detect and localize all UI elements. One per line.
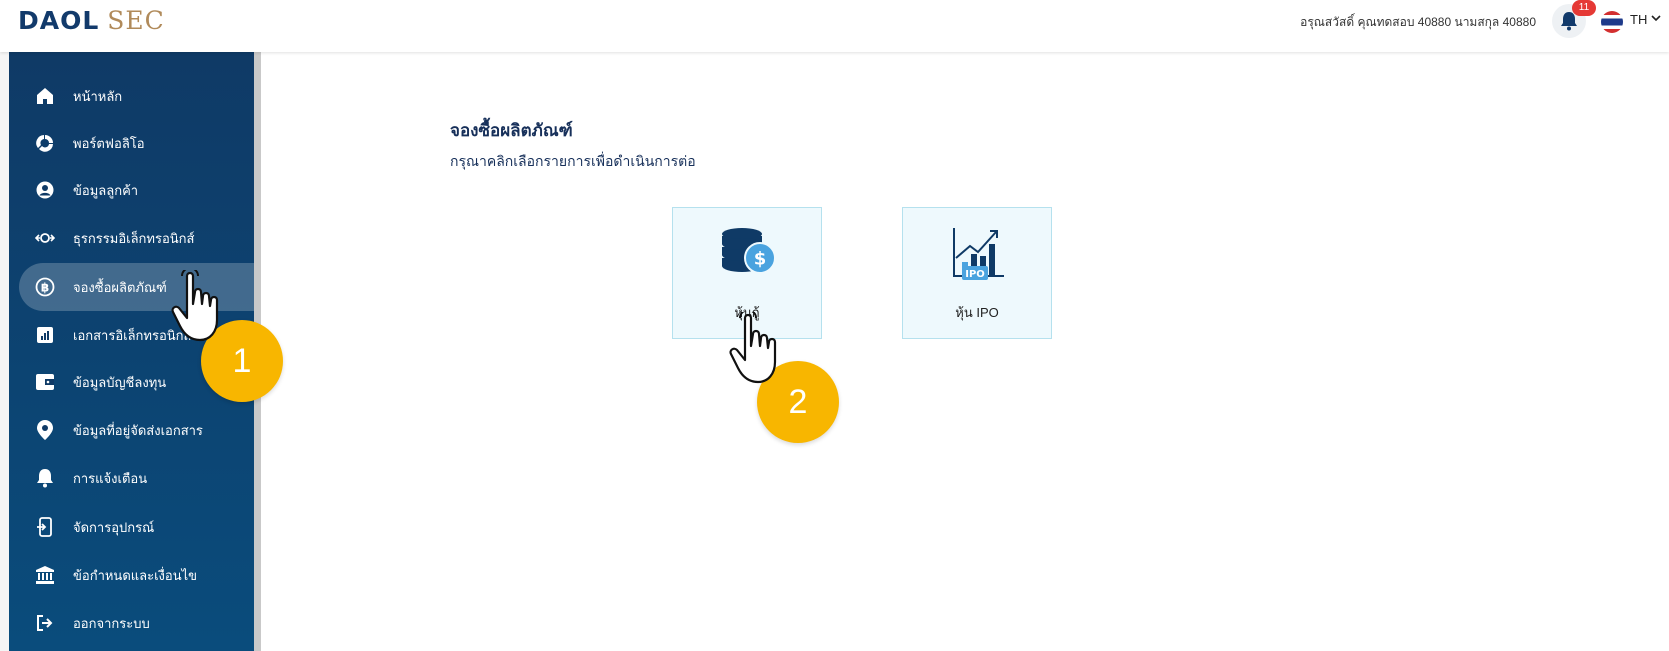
language-selector[interactable]: TH bbox=[1630, 12, 1647, 27]
sidebar-item-label: การแจ้งเตือน bbox=[73, 470, 148, 486]
logo-secondary: SEC bbox=[107, 6, 165, 35]
user-greeting: อรุณสวัสดิ์ คุณทดสอบ 40880 นามสกุล 40880 bbox=[1300, 15, 1536, 29]
sidebar-item-notifications[interactable]: การแจ้งเตือน bbox=[9, 456, 254, 500]
page-title: จองซื้อผลิตภัณฑ์ bbox=[450, 121, 573, 140]
logo-primary: DAOL bbox=[18, 6, 100, 35]
sidebar-item-label: จัดการอุปกรณ์ bbox=[73, 519, 155, 535]
sidebar-item-label: ข้อมูลลูกค้า bbox=[73, 182, 139, 198]
pointer-hand-icon bbox=[729, 312, 777, 384]
svg-text:฿: ฿ bbox=[41, 281, 49, 295]
left-edge bbox=[0, 52, 9, 651]
device-icon bbox=[35, 517, 55, 537]
portfolio-icon bbox=[35, 133, 55, 153]
sidebar-item-label: ออกจากระบบ bbox=[73, 615, 150, 631]
sidebar-item-manage-devices[interactable]: จัดการอุปกรณ์ bbox=[9, 505, 254, 549]
sidebar-item-label: ข้อมูลบัญชีลงทุน bbox=[73, 374, 167, 390]
bank-icon bbox=[35, 565, 55, 585]
sidebar-item-e-transactions[interactable]: ธุรกรรมอิเล็กทรอนิกส์ bbox=[9, 216, 254, 260]
chevron-down-icon[interactable] bbox=[1651, 14, 1661, 22]
sidebar-item-label: ข้อกำหนดและเงื่อนไข bbox=[73, 567, 198, 583]
sidebar-item-label: พอร์ตฟอลิโอ bbox=[73, 135, 145, 151]
sidebar-item-home[interactable]: หน้าหลัก bbox=[9, 74, 254, 118]
logout-icon bbox=[35, 613, 55, 633]
report-icon bbox=[35, 325, 55, 345]
sidebar-item-portfolio[interactable]: พอร์ตฟอลิโอ bbox=[9, 121, 254, 165]
sidebar-item-label: หน้าหลัก bbox=[73, 88, 123, 104]
svg-text:$: $ bbox=[754, 249, 767, 270]
svg-text:IPO: IPO bbox=[965, 269, 985, 280]
sidebar-item-label: ธุรกรรมอิเล็กทรอนิกส์ bbox=[73, 230, 195, 246]
sidebar-item-delivery-address[interactable]: ข้อมูลที่อยู่จัดส่งเอกสาร bbox=[9, 408, 254, 452]
sidebar-item-terms[interactable]: ข้อกำหนดและเงื่อนไข bbox=[9, 553, 254, 597]
transfer-icon bbox=[35, 228, 55, 248]
home-icon bbox=[35, 86, 55, 106]
bell-icon bbox=[35, 468, 55, 488]
wallet-icon bbox=[35, 372, 55, 392]
sidebar-item-label: จองซื้อผลิตภัณฑ์ bbox=[73, 279, 167, 295]
card-label: หุ้น IPO bbox=[955, 305, 999, 320]
thai-flag-icon[interactable] bbox=[1601, 11, 1623, 33]
ipo-chart-icon: IPO bbox=[953, 228, 1004, 280]
notification-badge: 11 bbox=[1572, 0, 1596, 16]
sidebar-item-label: ข้อมูลที่อยู่จัดส่งเอกสาร bbox=[73, 422, 203, 438]
pointer-hand-icon bbox=[171, 270, 219, 342]
baht-coin-icon: ฿ bbox=[35, 277, 55, 297]
sidebar-item-logout[interactable]: ออกจากระบบ bbox=[9, 601, 254, 645]
coins-dollar-icon: $ bbox=[722, 228, 776, 274]
card-ipo[interactable]: IPO หุ้น IPO bbox=[902, 207, 1052, 339]
sidebar-item-customer-info[interactable]: ข้อมูลลูกค้า bbox=[9, 168, 254, 212]
location-pin-icon bbox=[35, 420, 55, 440]
page-subtitle: กรุณาคลิกเลือกรายการเพื่อดำเนินการต่อ bbox=[450, 153, 696, 169]
user-circle-icon bbox=[35, 180, 55, 200]
top-bar: DAOL SEC อรุณสวัสดิ์ คุณทดสอบ 40880 นามสก… bbox=[0, 0, 1669, 52]
daol-logo[interactable]: DAOL SEC bbox=[18, 6, 165, 35]
